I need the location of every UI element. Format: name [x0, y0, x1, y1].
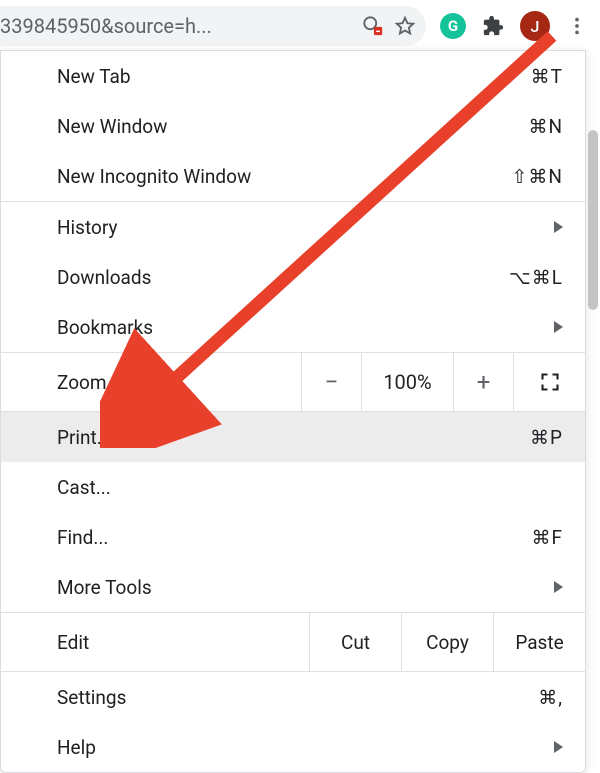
menu-item-incognito[interactable]: New Incognito Window ⇧⌘N — [1, 151, 585, 201]
browser-toolbar: 339845950&source=h... G J — [0, 0, 600, 52]
menu-item-edit: Edit Cut Copy Paste — [1, 613, 585, 671]
shortcut-label: ⌘F — [531, 526, 563, 549]
grammarly-extension-icon[interactable]: G — [440, 13, 466, 39]
shortcut-label: ⌘N — [528, 115, 563, 138]
menu-item-new-tab[interactable]: New Tab ⌘T — [1, 51, 585, 101]
menu-item-history[interactable]: History — [1, 202, 585, 252]
zoom-in-button[interactable]: + — [453, 353, 513, 411]
submenu-arrow-icon — [554, 741, 563, 753]
shortcut-label: ⌘, — [538, 686, 563, 709]
fullscreen-icon — [540, 372, 560, 392]
kebab-menu-icon[interactable] — [564, 13, 590, 39]
menu-item-bookmarks[interactable]: Bookmarks — [1, 302, 585, 352]
zoom-value: 100% — [361, 353, 453, 411]
cut-button[interactable]: Cut — [309, 613, 401, 671]
edit-label: Edit — [1, 613, 309, 671]
menu-item-cast[interactable]: Cast... — [1, 462, 585, 512]
menu-item-print[interactable]: Print... ⌘P — [1, 412, 585, 462]
menu-item-settings[interactable]: Settings ⌘, — [1, 672, 585, 722]
extensions-puzzle-icon[interactable] — [480, 13, 506, 39]
menu-item-zoom: Zoom − 100% + — [1, 353, 585, 411]
menu-item-downloads[interactable]: Downloads ⌥⌘L — [1, 252, 585, 302]
fullscreen-button[interactable] — [513, 353, 585, 411]
shortcut-label: ⌥⌘L — [509, 266, 563, 289]
submenu-arrow-icon — [554, 581, 563, 593]
shortcut-label: ⌘T — [531, 65, 563, 88]
menu-item-new-window[interactable]: New Window ⌘N — [1, 101, 585, 151]
menu-item-help[interactable]: Help — [1, 722, 585, 772]
shortcut-label: ⇧⌘N — [512, 165, 563, 188]
submenu-arrow-icon — [554, 221, 563, 233]
page-scrollbar[interactable] — [588, 130, 598, 310]
zoom-label: Zoom — [1, 353, 301, 411]
menu-item-find[interactable]: Find... ⌘F — [1, 512, 585, 562]
menu-item-more-tools[interactable]: More Tools — [1, 562, 585, 612]
bookmark-star-icon[interactable] — [394, 15, 416, 37]
zoom-out-button[interactable]: − — [301, 353, 361, 411]
submenu-arrow-icon — [554, 321, 563, 333]
paste-button[interactable]: Paste — [493, 613, 585, 671]
profile-avatar[interactable]: J — [520, 11, 550, 41]
address-bar[interactable]: 339845950&source=h... — [0, 6, 426, 46]
site-permissions-icon[interactable] — [362, 15, 384, 37]
shortcut-label: ⌘P — [530, 426, 563, 449]
chrome-main-menu: New Tab ⌘T New Window ⌘N New Incognito W… — [0, 50, 586, 773]
url-fragment: 339845950&source=h... — [0, 14, 352, 38]
copy-button[interactable]: Copy — [401, 613, 493, 671]
